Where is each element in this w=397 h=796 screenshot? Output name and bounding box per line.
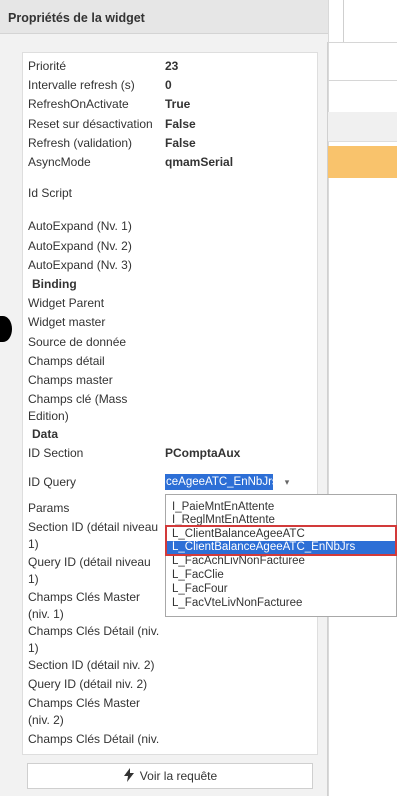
- voir-requete-button[interactable]: Voir la requête: [27, 763, 313, 789]
- id-query-combo[interactable]: ceAgeeATC_EnNbJrs ▾: [165, 473, 312, 491]
- property-label-priorite: Priorité: [28, 59, 67, 73]
- background-divider: [343, 0, 344, 42]
- property-label-source: Source de donnée: [28, 335, 127, 349]
- property-label-section-id-1: Section ID (détail niveau 1): [28, 520, 159, 551]
- property-label-refresh-validation: Refresh (validation): [28, 136, 133, 150]
- property-value-refreshonactivate[interactable]: True: [165, 96, 190, 113]
- background-separator: [328, 42, 397, 43]
- property-label-champs-detail: Champs détail: [28, 354, 105, 368]
- property-label-query-id-1: Query ID (détail niveau 1): [28, 555, 151, 586]
- properties-panel: Propriétés de la widget Priorité 23 Inte…: [0, 0, 328, 796]
- background-separator: [328, 80, 397, 81]
- property-label-intervalle: Intervalle refresh (s): [28, 78, 135, 92]
- property-value-refresh-validation[interactable]: False: [165, 135, 196, 152]
- property-value-asyncmode[interactable]: qmamSerial: [165, 154, 233, 171]
- property-label-champs-master-2: Champs Clés Master (niv. 2): [28, 696, 141, 727]
- property-label-asyncmode: AsyncMode: [28, 155, 91, 169]
- property-label-champs-master: Champs master: [28, 373, 113, 387]
- background-selected-row: [328, 146, 397, 178]
- dropdown-option[interactable]: L_FacFour: [172, 583, 228, 595]
- dropdown-option[interactable]: L_FacClie: [172, 569, 224, 581]
- property-label-section-id-2: Section ID (détail niv. 2): [28, 658, 155, 672]
- dropdown-option[interactable]: I_PaieMntEnAttente: [172, 501, 274, 513]
- lightning-bolt-icon: [123, 767, 135, 785]
- property-label-champs-detail-1: Champs Clés Détail (niv. 1): [28, 624, 160, 655]
- property-value-id-section[interactable]: PComptaAux: [165, 445, 240, 462]
- section-data: Data: [32, 427, 59, 441]
- property-label-query-id-2: Query ID (détail niv. 2): [28, 677, 148, 691]
- property-label-id-query: ID Query: [28, 475, 77, 489]
- property-label-champs-cle: Champs clé (Mass Edition): [28, 392, 128, 423]
- property-label-autoexpand-3: AutoExpand (Nv. 3): [28, 258, 132, 272]
- dropdown-option[interactable]: L_FacAchLivNonFacturee: [172, 555, 305, 567]
- panel-header: Propriétés de la widget: [0, 0, 328, 34]
- property-label-widget-parent: Widget Parent: [28, 296, 105, 310]
- property-label-champs-detail-2: Champs Clés Détail (niv.: [28, 732, 160, 746]
- property-label-champs-master-1: Champs Clés Master (niv. 1): [28, 590, 141, 621]
- property-value-intervalle[interactable]: 0: [165, 77, 172, 94]
- background-header-band: [328, 112, 397, 142]
- property-label-autoexpand-1: AutoExpand (Nv. 1): [28, 219, 132, 233]
- property-value-priorite[interactable]: 23: [165, 58, 178, 75]
- voir-requete-label: Voir la requête: [139, 769, 218, 783]
- property-label-widget-master: Widget master: [28, 315, 106, 329]
- property-label-id-section: ID Section: [28, 446, 84, 460]
- property-label-params: Params: [28, 501, 70, 515]
- property-label-reset: Reset sur désactivation: [28, 117, 153, 131]
- id-query-combo-text[interactable]: ceAgeeATC_EnNbJrs: [165, 474, 273, 490]
- section-binding: Binding: [32, 277, 77, 291]
- property-label-id-script: Id Script: [28, 186, 73, 200]
- dropdown-option[interactable]: L_FacVteLivNonFacturee: [172, 597, 302, 609]
- property-label-refreshonactivate: RefreshOnActivate: [28, 97, 129, 111]
- panel-spacer: [0, 34, 328, 42]
- chevron-down-icon[interactable]: ▾: [281, 473, 293, 491]
- property-label-autoexpand-2: AutoExpand (Nv. 2): [28, 239, 132, 253]
- panel-title: Propriétés de la widget: [8, 11, 145, 25]
- highlight-annotation-box: [165, 525, 397, 556]
- property-value-reset[interactable]: False: [165, 116, 196, 133]
